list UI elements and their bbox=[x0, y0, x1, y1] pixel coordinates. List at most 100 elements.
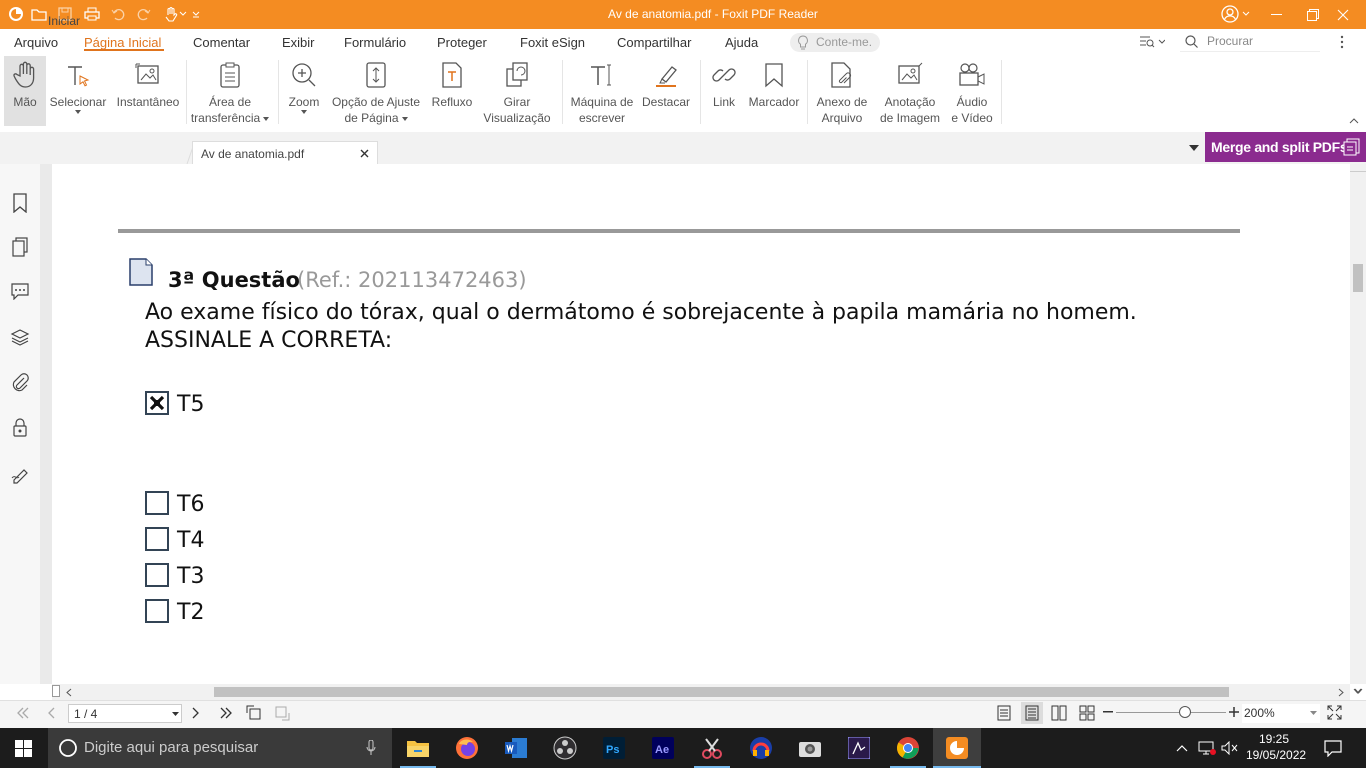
obs-studio-icon[interactable] bbox=[541, 728, 589, 768]
vertical-scroll-thumb[interactable] bbox=[1353, 264, 1363, 292]
pages-panel-icon[interactable] bbox=[10, 237, 30, 257]
tab-av-de-anatomia[interactable]: Av de anatomia.pdf bbox=[192, 141, 378, 164]
collapse-ribbon-icon[interactable] bbox=[1349, 118, 1359, 124]
windows-start-icon[interactable] bbox=[15, 740, 32, 757]
premiere-app-icon[interactable] bbox=[835, 728, 883, 768]
close-tab-icon[interactable] bbox=[360, 149, 369, 158]
previous-page-icon[interactable] bbox=[47, 707, 55, 719]
option-checkbox[interactable] bbox=[145, 527, 169, 551]
firefox-icon[interactable] bbox=[443, 728, 491, 768]
zoom-level-select[interactable]: 200% bbox=[1242, 704, 1320, 723]
single-page-view-icon[interactable] bbox=[997, 705, 1011, 721]
chevron-down-icon[interactable] bbox=[263, 116, 270, 121]
microphone-icon[interactable] bbox=[366, 740, 376, 756]
file-explorer-icon[interactable] bbox=[394, 728, 442, 768]
chevron-down-icon[interactable] bbox=[1310, 711, 1317, 715]
split-handle[interactable] bbox=[1350, 164, 1366, 172]
chrome-icon[interactable] bbox=[884, 728, 932, 768]
audio-video-button[interactable]: Áudio e Vídeo bbox=[946, 56, 998, 126]
security-panel-icon[interactable] bbox=[10, 417, 30, 437]
user-account-icon[interactable] bbox=[1220, 5, 1240, 23]
system-clock[interactable]: 19:25 19/05/2022 bbox=[1246, 731, 1306, 763]
chevron-down-icon[interactable] bbox=[301, 110, 307, 114]
network-icon[interactable] bbox=[1198, 740, 1216, 756]
file-attachment-button[interactable]: Anexo de Arquivo bbox=[812, 56, 872, 126]
menu-comentar[interactable]: Comentar bbox=[193, 35, 250, 50]
first-page-icon[interactable] bbox=[16, 707, 30, 719]
option-checkbox-checked[interactable] bbox=[145, 391, 169, 415]
search-options-icon[interactable] bbox=[1139, 35, 1165, 49]
option-checkbox[interactable] bbox=[145, 491, 169, 515]
clipboard-button[interactable]: Área de transferência bbox=[188, 56, 272, 126]
option-checkbox[interactable] bbox=[145, 563, 169, 587]
customize-toolbar-icon[interactable] bbox=[190, 6, 202, 22]
scroll-down-icon[interactable] bbox=[1353, 688, 1362, 694]
menu-exibir[interactable]: Exibir bbox=[282, 35, 315, 50]
horizontal-scroll-thumb[interactable] bbox=[214, 687, 1229, 697]
next-page-icon[interactable] bbox=[192, 707, 200, 719]
horizontal-scrollbar[interactable] bbox=[52, 684, 1350, 700]
audio-app-icon[interactable] bbox=[737, 728, 785, 768]
zoom-out-icon[interactable] bbox=[1103, 711, 1113, 713]
attachments-panel-icon[interactable] bbox=[10, 372, 30, 392]
scroll-left-icon[interactable] bbox=[66, 688, 72, 697]
camera-app-icon[interactable] bbox=[786, 728, 834, 768]
snapshot-button[interactable]: Instantâneo bbox=[112, 56, 184, 126]
menu-compartilhar[interactable]: Compartilhar bbox=[617, 35, 691, 50]
tab-iniciar[interactable]: Iniciar bbox=[40, 9, 190, 32]
facing-view-icon[interactable] bbox=[1051, 705, 1067, 721]
signature-panel-icon[interactable] bbox=[10, 464, 30, 484]
foxit-reader-taskbar-icon[interactable] bbox=[933, 728, 981, 768]
tell-me-input[interactable]: Conte-me. bbox=[790, 33, 880, 52]
chevron-down-icon[interactable] bbox=[401, 116, 408, 121]
next-view-icon[interactable] bbox=[274, 705, 290, 721]
document-viewer[interactable] bbox=[40, 164, 1366, 684]
page-fit-button[interactable]: Opção de Ajuste de Página bbox=[328, 56, 424, 126]
search-input[interactable]: Procurar bbox=[1180, 31, 1320, 52]
merge-split-banner[interactable]: Merge and split PDFs bbox=[1205, 132, 1366, 162]
close-window-button[interactable] bbox=[1320, 0, 1366, 29]
option-checkbox[interactable] bbox=[145, 599, 169, 623]
split-handle-horizontal[interactable] bbox=[52, 685, 60, 697]
word-icon[interactable] bbox=[492, 728, 540, 768]
image-annotation-button[interactable]: Anotação de Imagem bbox=[876, 56, 944, 126]
page-number-input[interactable]: 1 / 4 bbox=[68, 704, 182, 723]
comments-panel-icon[interactable] bbox=[10, 281, 30, 301]
zoom-button[interactable]: Zoom bbox=[284, 56, 324, 126]
tab-list-dropdown-icon[interactable] bbox=[1189, 145, 1199, 151]
typewriter-button[interactable]: Máquina de escrever bbox=[566, 56, 638, 126]
scroll-right-icon[interactable] bbox=[1338, 688, 1344, 697]
menu-pagina-inicial[interactable]: Página Inicial bbox=[84, 35, 161, 50]
snipping-tool-icon[interactable] bbox=[688, 728, 736, 768]
menu-ajuda[interactable]: Ajuda bbox=[725, 35, 758, 50]
menu-arquivo[interactable]: Arquivo bbox=[14, 35, 58, 50]
link-button[interactable]: Link bbox=[704, 56, 744, 126]
continuous-view-button[interactable] bbox=[1021, 702, 1043, 724]
bookmark-button[interactable]: Marcador bbox=[746, 56, 802, 126]
highlight-button[interactable]: Destacar bbox=[640, 56, 692, 126]
after-effects-icon[interactable]: Ae bbox=[639, 728, 687, 768]
menu-foxit-esign[interactable]: Foxit eSign bbox=[520, 35, 585, 50]
show-hidden-icons-icon[interactable] bbox=[1176, 744, 1188, 752]
layers-panel-icon[interactable] bbox=[10, 327, 30, 347]
more-options-icon[interactable] bbox=[1340, 34, 1344, 50]
chevron-down-icon[interactable] bbox=[75, 110, 81, 114]
continuous-facing-view-icon[interactable] bbox=[1079, 705, 1095, 721]
previous-view-icon[interactable] bbox=[246, 705, 262, 721]
taskbar-search-input[interactable]: Digite aqui para pesquisar bbox=[48, 728, 392, 768]
menu-proteger[interactable]: Proteger bbox=[437, 35, 487, 50]
photoshop-icon[interactable]: Ps bbox=[590, 728, 638, 768]
last-page-icon[interactable] bbox=[219, 707, 233, 719]
select-tool-button[interactable]: Selecionar bbox=[48, 56, 108, 126]
zoom-in-icon[interactable] bbox=[1229, 707, 1239, 717]
fullscreen-icon[interactable] bbox=[1327, 705, 1342, 720]
volume-muted-icon[interactable] bbox=[1221, 741, 1239, 755]
reflow-button[interactable]: Refluxo bbox=[428, 56, 476, 126]
hand-tool-button[interactable]: Mão bbox=[4, 56, 46, 126]
zoom-slider-track[interactable] bbox=[1116, 712, 1226, 713]
bookmarks-panel-icon[interactable] bbox=[10, 193, 30, 213]
chevron-down-icon[interactable] bbox=[1241, 6, 1251, 22]
vertical-scrollbar[interactable] bbox=[1350, 164, 1366, 694]
chevron-down-icon[interactable] bbox=[172, 712, 179, 716]
notifications-icon[interactable] bbox=[1324, 739, 1342, 757]
